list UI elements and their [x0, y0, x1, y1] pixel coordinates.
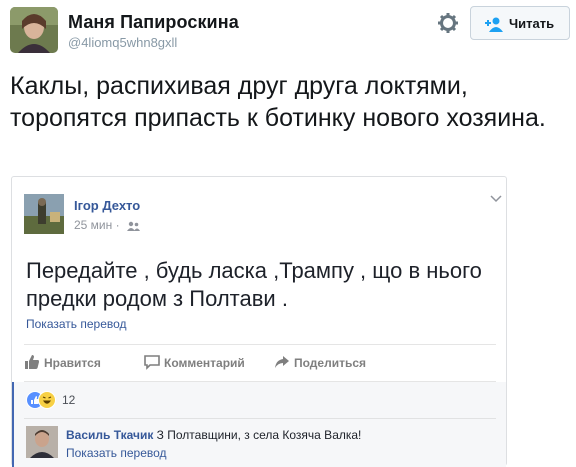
follow-button[interactable]: Читать — [470, 6, 570, 40]
like-label: Нравится — [44, 356, 101, 370]
comment-body: Василь Ткачик З Полтавщини, з села Козяч… — [66, 428, 496, 442]
like-icon — [25, 355, 39, 369]
facebook-post-card: Ігор Дехто 25 мин · Передайте , будь лас… — [11, 176, 507, 467]
comment-author-avatar[interactable] — [26, 426, 58, 458]
comment-author-name[interactable]: Василь Ткачик — [66, 428, 153, 442]
comments-section: 12 Василь Ткачик З Полтавщини, з села Ко… — [12, 382, 506, 467]
gear-icon[interactable] — [437, 12, 459, 34]
share-icon — [275, 356, 289, 368]
friends-icon — [126, 221, 140, 231]
post-author-name[interactable]: Ігор Дехто — [74, 198, 140, 213]
author-name[interactable]: Маня Папироскина — [68, 12, 239, 33]
chevron-down-icon[interactable] — [490, 195, 502, 203]
post-time[interactable]: 25 мин — [74, 218, 112, 232]
author-handle[interactable]: @4liomq5whn8gxll — [68, 35, 177, 50]
post-translate-link[interactable]: Показать перевод — [26, 317, 127, 331]
divider — [24, 418, 496, 419]
post-meta: 25 мин · — [74, 218, 140, 232]
reaction-count: 12 — [62, 393, 76, 407]
comments-accent-bar — [12, 382, 14, 467]
avatar[interactable] — [10, 7, 58, 53]
comment-icon — [144, 355, 160, 370]
post-author-avatar[interactable] — [24, 194, 64, 234]
tweet-header: Маня Папироскина @4liomq5whn8gxll Читать — [0, 0, 576, 62]
divider — [24, 344, 496, 345]
post-text: Передайте , будь ласка ,Трампу , що в нь… — [26, 258, 482, 311]
follow-button-label: Читать — [509, 16, 555, 31]
follow-person-icon — [485, 17, 503, 32]
meta-separator: · — [115, 218, 120, 232]
tweet-text: Каклы, распихивая друг друга локтями, то… — [10, 72, 546, 132]
reactions-summary[interactable]: 12 — [26, 391, 106, 409]
post-actions: Нравится Комментарий Поделиться — [24, 353, 496, 375]
comment-translate-link[interactable]: Показать перевод — [66, 446, 167, 460]
comment-button[interactable]: Комментарий — [144, 353, 254, 373]
comment-text: З Полтавщини, з села Козяча Валка! — [156, 428, 362, 442]
like-button[interactable]: Нравится — [24, 353, 104, 373]
share-label: Поделиться — [294, 356, 367, 370]
haha-reaction-icon — [38, 391, 56, 409]
share-button[interactable]: Поделиться — [274, 353, 384, 373]
comment-label: Комментарий — [164, 356, 245, 370]
